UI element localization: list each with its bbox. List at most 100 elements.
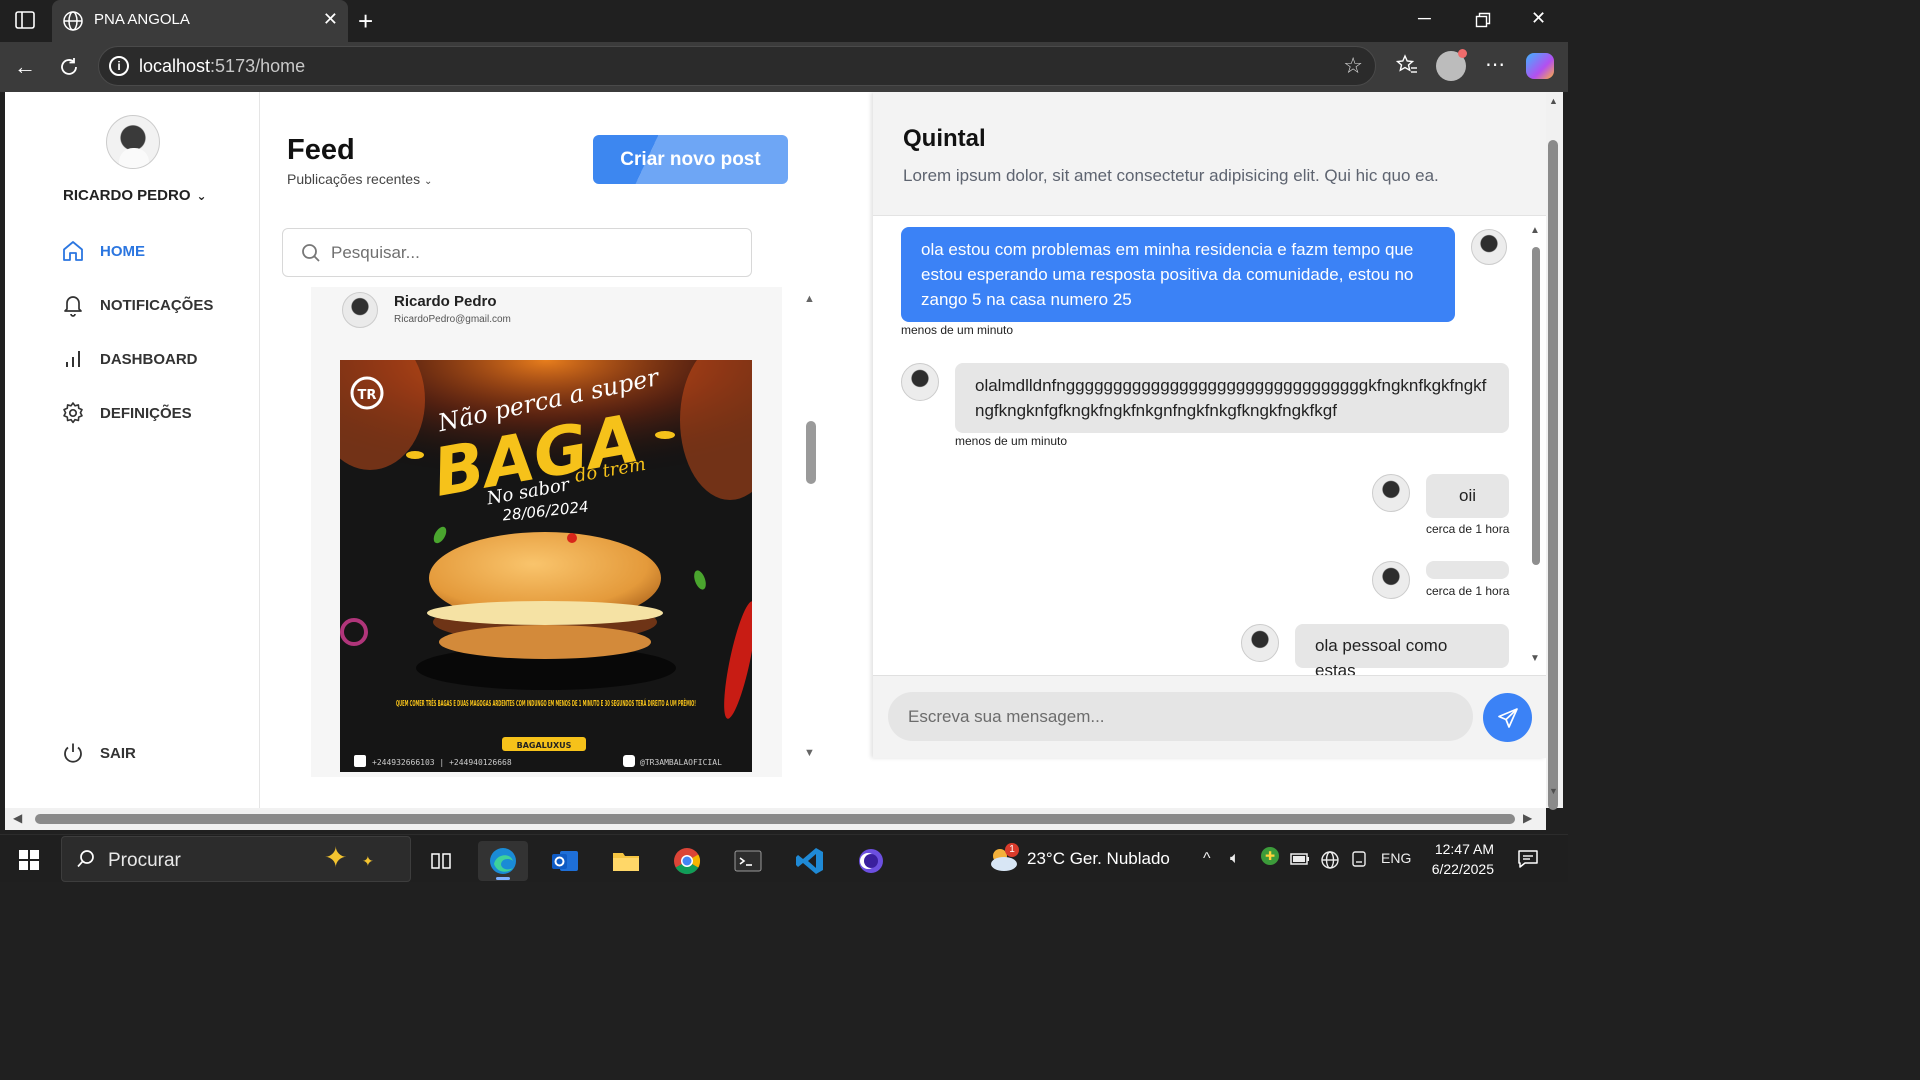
device-icon[interactable] xyxy=(1350,850,1368,868)
profile-avatar[interactable] xyxy=(1436,49,1467,81)
message-time: cerca de 1 hora xyxy=(1426,584,1510,598)
chrome-icon[interactable] xyxy=(662,841,712,881)
back-icon[interactable]: ← xyxy=(14,54,36,80)
tab-actions-icon[interactable] xyxy=(14,9,36,31)
scroll-down-icon[interactable]: ▼ xyxy=(804,747,815,759)
minimize-icon[interactable]: ─ xyxy=(1418,8,1431,29)
edge-icon[interactable] xyxy=(478,841,528,881)
taskbar-search[interactable]: Procurar ✦ ✦ xyxy=(61,836,411,882)
browser-toolbar: ← i localhost:5173/home ☆ ⋯ xyxy=(0,42,1568,92)
post-author-name[interactable]: Ricardo Pedro xyxy=(394,293,497,310)
browser-titlebar: PNA ANGOLA ✕ + ─ ✕ xyxy=(0,0,1568,42)
scroll-right-icon[interactable]: ▶ xyxy=(1523,811,1532,825)
page-vertical-scrollbar[interactable]: ▲ ▼ xyxy=(1546,92,1563,810)
task-view-icon[interactable] xyxy=(416,841,466,881)
scroll-up-icon[interactable]: ▲ xyxy=(804,293,815,305)
message-avatar[interactable] xyxy=(1471,229,1507,265)
scroll-thumb[interactable] xyxy=(1532,247,1540,565)
create-post-button[interactable]: Criar novo post xyxy=(593,135,788,184)
more-options-icon[interactable]: ⋯ xyxy=(1485,52,1505,77)
message-input[interactable] xyxy=(888,692,1473,741)
close-window-icon[interactable]: ✕ xyxy=(1531,8,1546,29)
app-icon[interactable] xyxy=(846,841,896,881)
scroll-down-icon[interactable]: ▼ xyxy=(1530,653,1540,664)
language-indicator[interactable]: ENG xyxy=(1381,850,1411,866)
post-author-avatar[interactable] xyxy=(342,292,378,328)
send-icon xyxy=(1497,707,1518,728)
volume-icon[interactable]: 🔈︎ xyxy=(1230,850,1240,868)
address-bar[interactable]: i localhost:5173/home ☆ xyxy=(98,46,1376,86)
scroll-left-icon[interactable]: ◀ xyxy=(13,811,22,825)
chat-header: Quintal Lorem ipsum dolor, sit amet cons… xyxy=(873,92,1546,216)
sidebar-item-label: NOTIFICAÇÕES xyxy=(100,296,214,314)
windows-start-icon[interactable] xyxy=(18,849,40,871)
scroll-up-icon[interactable]: ▲ xyxy=(1530,225,1540,236)
sidebar-item-label: DASHBOARD xyxy=(100,350,198,368)
sidebar-item-label: HOME xyxy=(100,242,145,260)
bar-chart-icon xyxy=(61,347,85,371)
refresh-icon[interactable] xyxy=(58,56,80,78)
scroll-thumb[interactable] xyxy=(35,814,1515,824)
sidebar-item-notifications[interactable]: NOTIFICAÇÕES xyxy=(61,291,213,319)
browser-tab[interactable]: PNA ANGOLA ✕ xyxy=(52,0,348,42)
sidebar-item-dashboard[interactable]: DASHBOARD xyxy=(61,345,198,373)
search-input[interactable] xyxy=(331,237,731,269)
user-avatar[interactable] xyxy=(106,115,160,169)
feed-filter-dropdown[interactable]: Publicações recentes ⌄ xyxy=(287,171,432,187)
taskbar: Procurar ✦ ✦ 1 23°C Ger. Nublado ^ 🔈︎ ✚ … xyxy=(0,834,1568,882)
message-time: cerca de 1 hora xyxy=(1426,522,1510,536)
sidebar-item-home[interactable]: HOME xyxy=(61,237,145,265)
globe-icon xyxy=(63,11,83,31)
message-avatar[interactable] xyxy=(901,363,939,401)
favorites-icon[interactable] xyxy=(1396,54,1418,76)
network-globe-icon[interactable] xyxy=(1320,850,1340,870)
message-list[interactable]: ola estou com problemas em minha residen… xyxy=(873,217,1533,675)
close-tab-icon[interactable]: ✕ xyxy=(323,9,338,30)
scroll-down-icon[interactable]: ▼ xyxy=(1549,786,1558,796)
logout-button[interactable]: SAIR xyxy=(61,739,136,767)
clock[interactable]: 12:47 AM 6/22/2025 xyxy=(1424,839,1494,879)
outlook-icon[interactable] xyxy=(540,841,590,881)
site-info-icon[interactable]: i xyxy=(109,56,129,76)
weather-text[interactable]: 23°C Ger. Nublado xyxy=(1027,849,1170,869)
restore-icon[interactable] xyxy=(1475,12,1491,28)
scroll-thumb[interactable] xyxy=(806,421,816,484)
scroll-up-icon[interactable]: ▲ xyxy=(1549,96,1558,106)
chat-scrollbar[interactable]: ▲ ▼ xyxy=(1529,222,1543,672)
copilot-icon[interactable] xyxy=(1526,53,1554,79)
favorite-star-icon[interactable]: ☆ xyxy=(1343,53,1363,79)
new-tab-button[interactable]: + xyxy=(358,6,373,37)
search-box[interactable] xyxy=(282,228,752,277)
chat-composer xyxy=(873,675,1546,758)
page-horizontal-scrollbar[interactable]: ◀ ▶ xyxy=(5,808,1546,830)
gear-icon xyxy=(61,401,85,425)
scroll-thumb[interactable] xyxy=(1548,140,1558,810)
url-text[interactable]: localhost:5173/home xyxy=(139,56,305,77)
message-avatar[interactable] xyxy=(1241,624,1279,662)
sparkle-icon: ✦ xyxy=(362,853,374,869)
post-card: Ricardo Pedro RicardoPedro@gmail.com TR … xyxy=(311,287,782,777)
battery-icon[interactable] xyxy=(1290,852,1310,866)
user-menu[interactable]: RICARDO PEDRO ⌄ xyxy=(63,187,207,204)
message-avatar[interactable] xyxy=(1372,561,1410,599)
send-button[interactable] xyxy=(1483,693,1532,742)
notification-dot xyxy=(1458,49,1467,58)
message-avatar[interactable] xyxy=(1372,474,1410,512)
message-bubble: oii xyxy=(1426,474,1509,518)
page-viewport: RICARDO PEDRO ⌄ HOME NOTIFICAÇÕES DASHBOA… xyxy=(5,92,1546,808)
notifications-icon[interactable] xyxy=(1517,849,1539,869)
terminal-icon[interactable] xyxy=(723,841,773,881)
show-hidden-icons-icon[interactable]: ^ xyxy=(1203,850,1211,868)
security-app-icon[interactable]: ✚ xyxy=(1261,847,1279,865)
post-image[interactable]: TR Não perca a super BAGA No sabor do tr… xyxy=(340,360,752,772)
chat-title: Quintal xyxy=(903,125,986,152)
file-explorer-icon[interactable] xyxy=(601,841,651,881)
chevron-down-icon: ⌄ xyxy=(196,189,207,203)
sidebar-item-label: DEFINIÇÕES xyxy=(100,404,192,422)
vscode-icon[interactable] xyxy=(785,841,835,881)
feed-scrollbar[interactable]: ▲ ▼ xyxy=(804,287,818,772)
search-icon xyxy=(77,850,94,868)
sidebar-item-settings[interactable]: DEFINIÇÕES xyxy=(61,399,192,427)
power-icon xyxy=(61,741,85,765)
weather-alert-badge: 1 xyxy=(1005,843,1019,857)
